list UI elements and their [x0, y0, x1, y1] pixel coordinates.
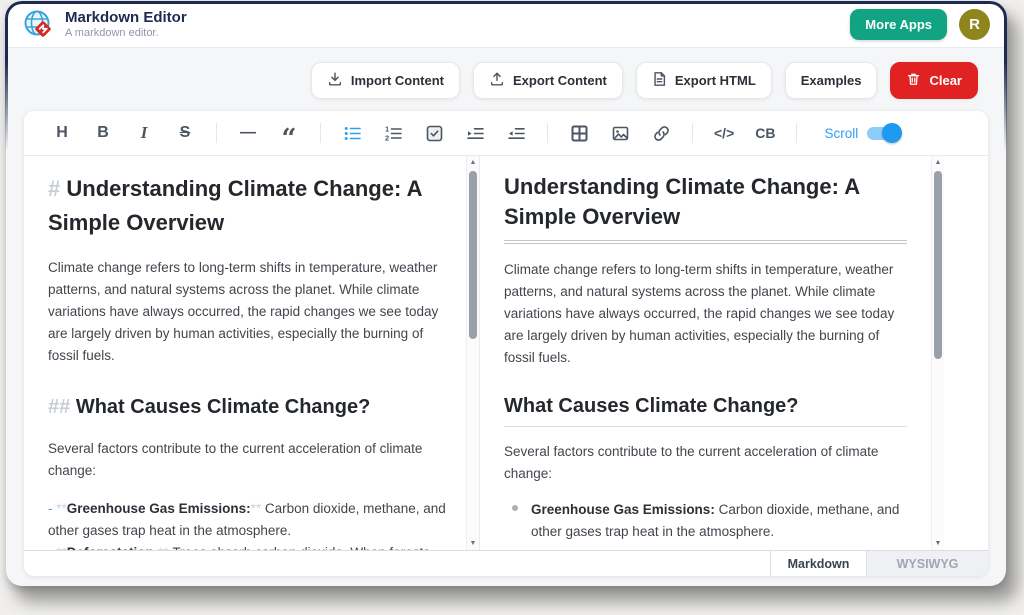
toolbar-divider [547, 123, 548, 143]
app-title-block: Markdown Editor A markdown editor. [65, 9, 187, 40]
editor-card: H B I S — “ 1 2 [24, 111, 988, 576]
preview-pane[interactable]: Understanding Climate Change: A Simple O… [479, 156, 931, 550]
examples-button[interactable]: Examples [785, 62, 878, 99]
tab-markdown[interactable]: Markdown [770, 551, 866, 576]
scroll-down-icon[interactable]: ▼ [935, 537, 942, 550]
app-logo-icon [22, 8, 55, 41]
clear-label: Clear [929, 73, 962, 88]
code-block-icon[interactable]: CB [755, 120, 775, 146]
import-content-label: Import Content [351, 73, 444, 88]
scroll-up-icon[interactable]: ▲ [470, 156, 477, 169]
strikethrough-icon[interactable]: S [175, 120, 195, 146]
export-html-label: Export HTML [675, 73, 756, 88]
toggle-knob[interactable] [882, 123, 902, 143]
app-header: Markdown Editor A markdown editor. More … [6, 2, 1006, 48]
upload-icon [489, 71, 505, 90]
source-h2: ## What Causes Climate Change? [48, 392, 446, 422]
toolbar-divider [692, 123, 693, 143]
table-icon[interactable] [569, 120, 589, 146]
svg-text:1: 1 [385, 124, 389, 133]
numbered-list-icon[interactable]: 1 2 [383, 120, 403, 146]
outdent-icon[interactable] [506, 120, 526, 146]
bold-icon[interactable]: B [93, 120, 113, 146]
preview-list: Greenhouse Gas Emissions: Carbon dioxide… [504, 499, 907, 550]
scroll-down-icon[interactable]: ▼ [470, 537, 477, 550]
source-list-item: - **Deforestation:** Trees absorb carbon… [48, 542, 446, 550]
download-icon [327, 71, 343, 90]
editor-panes: # Understanding Climate Change: A Simple… [24, 156, 988, 550]
format-toolbar: H B I S — “ 1 2 [24, 111, 988, 156]
scrollbar-thumb[interactable] [469, 171, 477, 339]
scroll-up-icon[interactable]: ▲ [935, 156, 942, 169]
toggle-switch[interactable] [867, 127, 899, 140]
horizontal-rule-icon[interactable]: — [238, 120, 258, 146]
task-list-icon[interactable] [424, 120, 444, 146]
toolbar-divider [216, 123, 217, 143]
image-icon[interactable] [610, 120, 630, 146]
preview-paragraph: Several factors contribute to the curren… [504, 441, 907, 485]
list-item: Greenhouse Gas Emissions: Carbon dioxide… [504, 499, 907, 543]
link-icon[interactable] [651, 120, 671, 146]
export-content-button[interactable]: Export Content [473, 62, 623, 99]
tab-wysiwyg[interactable]: WYSIWYG [866, 551, 988, 576]
avatar[interactable]: R [959, 9, 990, 40]
source-paragraph: Climate change refers to long-term shift… [48, 257, 446, 366]
blockquote-icon[interactable]: “ [279, 120, 299, 146]
source-list-item: - **Greenhouse Gas Emissions:** Carbon d… [48, 498, 446, 542]
app-window: Markdown Editor A markdown editor. More … [6, 2, 1006, 586]
toolbar-divider [796, 123, 797, 143]
bullet-list-icon[interactable] [342, 120, 362, 146]
page-title: Markdown Editor [65, 9, 187, 27]
trash-icon [906, 71, 921, 90]
italic-icon[interactable]: I [134, 120, 154, 146]
source-scrollbar[interactable]: ▲ ▼ [466, 156, 479, 550]
import-content-button[interactable]: Import Content [311, 62, 460, 99]
heading-icon[interactable]: H [52, 120, 72, 146]
export-html-button[interactable]: Export HTML [636, 62, 772, 99]
export-content-label: Export Content [513, 73, 607, 88]
preview-h1: Understanding Climate Change: A Simple O… [504, 172, 907, 244]
scroll-sync-toggle[interactable]: Scroll [824, 126, 899, 141]
toolbar-divider [320, 123, 321, 143]
actions-row: Import Content Export Content Export HTM… [6, 48, 1006, 99]
file-icon [652, 71, 667, 90]
h1-marker: # [48, 176, 60, 201]
clear-button[interactable]: Clear [890, 62, 978, 99]
source-paragraph: Several factors contribute to the curren… [48, 438, 446, 482]
svg-text:2: 2 [385, 133, 389, 142]
page-subtitle: A markdown editor. [65, 27, 187, 40]
preview-scrollbar[interactable]: ▲ ▼ [931, 156, 944, 550]
indent-icon[interactable] [465, 120, 485, 146]
examples-label: Examples [801, 73, 862, 88]
preview-paragraph: Climate change refers to long-term shift… [504, 259, 907, 368]
preview-h2: What Causes Climate Change? [504, 393, 907, 427]
source-h1: # Understanding Climate Change: A Simple… [48, 172, 446, 240]
inline-code-icon[interactable]: </> [714, 120, 734, 146]
markdown-source-pane[interactable]: # Understanding Climate Change: A Simple… [24, 156, 466, 550]
h2-marker: ## [48, 396, 70, 418]
bottom-tab-bar: Markdown WYSIWYG [24, 550, 988, 576]
scrollbar-thumb[interactable] [934, 171, 942, 359]
scroll-sync-label: Scroll [824, 126, 858, 141]
more-apps-button[interactable]: More Apps [850, 9, 947, 40]
bullet-icon [512, 505, 518, 511]
